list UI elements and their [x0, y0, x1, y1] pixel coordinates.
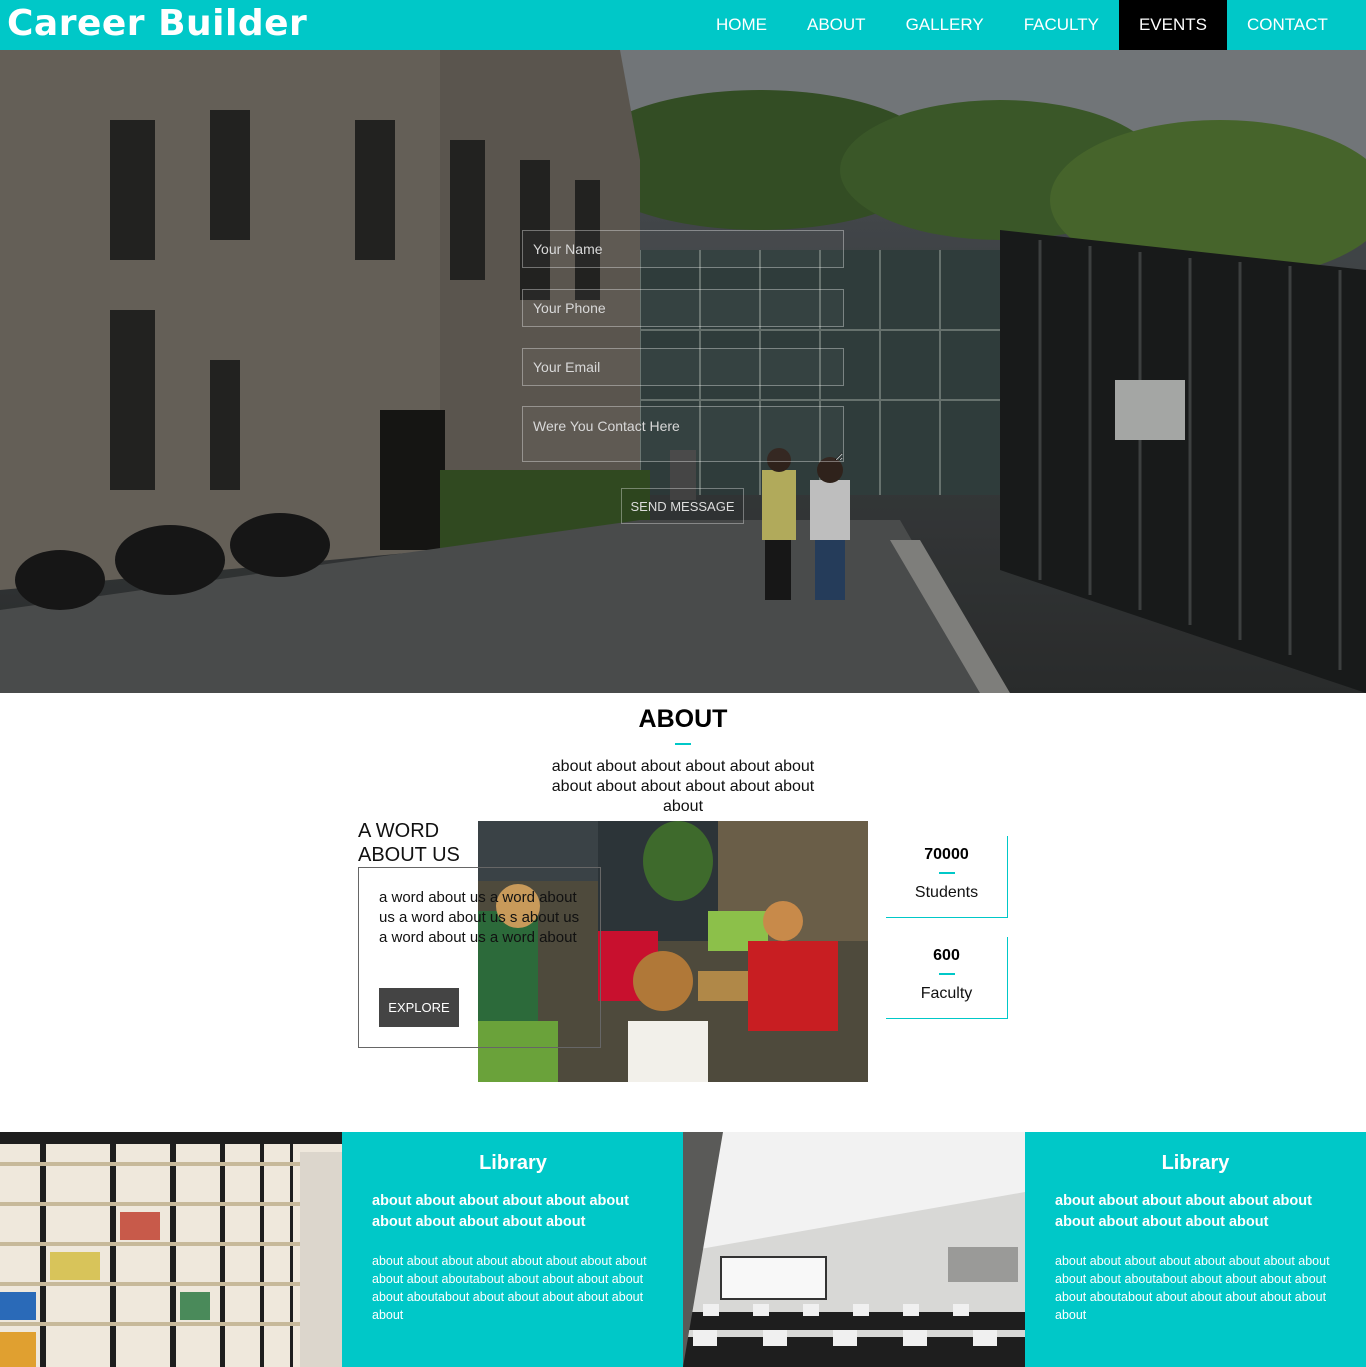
nav-gallery[interactable]: GALLERY — [886, 0, 1004, 50]
explore-button[interactable]: EXPLORE — [379, 988, 459, 1027]
name-input[interactable] — [522, 230, 844, 268]
top-navbar: Career Builder HOME ABOUT GALLERY FACULT… — [0, 0, 1366, 50]
stat-value: 70000 — [924, 846, 969, 863]
tile-body: about about about about about about abou… — [1055, 1254, 1330, 1322]
tile-subtitle: about about about about about about abou… — [1055, 1193, 1312, 1230]
email-input[interactable] — [522, 348, 844, 386]
about-divider — [675, 743, 691, 745]
library-card-2: Library about about about about about ab… — [1025, 1132, 1366, 1367]
stat-label: Faculty — [920, 985, 973, 1002]
nav-contact[interactable]: CONTACT — [1227, 0, 1348, 50]
tile-subtitle: about about about about about about abou… — [372, 1193, 629, 1230]
tile-title: Library — [479, 1152, 547, 1174]
stat-value: 600 — [933, 947, 960, 964]
library-card-1: Library about about about about about ab… — [342, 1132, 684, 1367]
library-photo — [0, 1132, 342, 1367]
send-message-button[interactable]: SEND MESSAGE — [621, 488, 744, 524]
nav-about[interactable]: ABOUT — [787, 0, 886, 50]
stat-label: Students — [914, 884, 979, 901]
stat-faculty: 600 Faculty — [886, 937, 1008, 1019]
stat-divider — [938, 973, 955, 975]
about-description: about about about about about about abou… — [551, 758, 815, 815]
tile-body: about about about about about about abou… — [372, 1254, 647, 1322]
message-textarea[interactable] — [522, 406, 844, 462]
nav-faculty[interactable]: FACULTY — [1004, 0, 1119, 50]
brand-logo[interactable]: Career Builder — [7, 3, 307, 44]
word-about-title: A WORD ABOUT US — [358, 820, 460, 866]
about-title: ABOUT — [638, 705, 728, 733]
tile-title: Library — [1161, 1152, 1230, 1174]
phone-input[interactable] — [522, 289, 844, 327]
computer-lab-photo — [683, 1132, 1025, 1367]
nav-home[interactable]: HOME — [696, 0, 787, 50]
word-about-text: a word about us a word about us a word a… — [379, 889, 580, 946]
hero-section: SEND MESSAGE — [0, 50, 1366, 693]
stat-students: 70000 Students — [886, 836, 1008, 918]
nav-events[interactable]: EVENTS — [1118, 0, 1227, 50]
main-menu: HOME ABOUT GALLERY FACULTY EVENTS CONTAC… — [696, 0, 1348, 50]
stat-divider — [938, 872, 955, 874]
